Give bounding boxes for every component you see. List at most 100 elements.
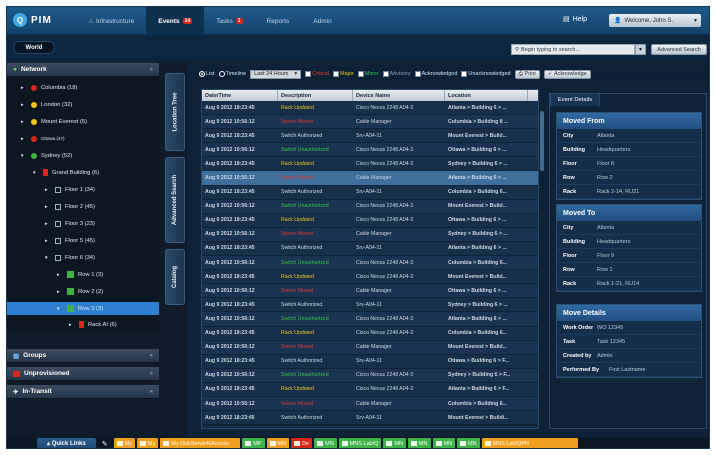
quick-link-item[interactable]: My bbox=[136, 437, 159, 448]
table-row[interactable]: Aug 9 2012 18:23:45 Rack Updated Cisco Nex… bbox=[202, 101, 538, 116]
table-cell: Switch Authorized bbox=[281, 132, 323, 139]
nav-infrastructure[interactable]: ⌂ Infrastructure bbox=[77, 7, 146, 35]
help-button[interactable]: ▤ Help bbox=[563, 15, 587, 24]
card-title: Moved To bbox=[557, 205, 701, 221]
quick-link-item[interactable]: MN bbox=[383, 437, 406, 448]
table-row[interactable]: Aug 9 2012 10:56:12 Switch Unauthorized Ci… bbox=[202, 368, 538, 383]
table-row[interactable]: Aug 9 2012 10:56:12 Switch Unauthorized Ci… bbox=[202, 143, 538, 158]
table-row[interactable]: Aug 9 2012 10:56:12 Switch Unauthorized Ci… bbox=[202, 199, 538, 214]
filter-unacknowledged[interactable]: Unacknowledged bbox=[461, 71, 511, 77]
network-header[interactable]: ● Network « bbox=[7, 63, 159, 77]
in-transit-header[interactable]: ✈ In-Transit « bbox=[7, 385, 159, 399]
table-row[interactable]: Aug 9 2012 18:23:45 Switch Authorized Srv-… bbox=[202, 185, 538, 200]
filter-critical[interactable]: Critical bbox=[305, 71, 329, 77]
table-scrollbar[interactable] bbox=[539, 89, 545, 429]
tree-node-selected[interactable]: ▾ Row 3 (3) bbox=[7, 302, 159, 315]
nav-events[interactable]: Events 14 bbox=[146, 7, 205, 35]
tree-node[interactable]: ▸ Mount Everest (5) bbox=[21, 115, 87, 128]
tree-node[interactable]: ▸ Floor 5 (45) bbox=[45, 234, 95, 247]
search-input[interactable]: ⚲ Begin typing to search... bbox=[511, 44, 635, 55]
print-button[interactable]: ⎙ Print bbox=[514, 69, 540, 79]
tab-catalog[interactable]: Catalog bbox=[165, 249, 185, 305]
table-row[interactable]: Aug 9 2012 18:23:45 Switch Authorized Srv-… bbox=[202, 411, 538, 426]
unprovisioned-header[interactable]: Unprovisioned « bbox=[7, 367, 159, 381]
wrench-icon[interactable]: ✎ bbox=[102, 440, 108, 448]
quick-link-item[interactable]: MN bbox=[407, 437, 431, 448]
tab-advanced-search[interactable]: Advanced Search bbox=[165, 157, 185, 243]
table-row[interactable]: Aug 9 2012 10:56:12 Server Moved Cable Man… bbox=[202, 115, 538, 130]
tree-node[interactable]: ▸ Row 1 (3) bbox=[57, 268, 103, 281]
tree-node[interactable]: ▸ Columbia (18) bbox=[21, 81, 77, 94]
nav-reports[interactable]: Reports bbox=[255, 7, 302, 35]
table-row[interactable]: Aug 9 2012 10:56:12 Server Moved Cable Man… bbox=[202, 227, 538, 242]
nav-admin[interactable]: Admin bbox=[301, 7, 343, 35]
tree-node[interactable]: ▸ Row 2 (2) bbox=[57, 285, 103, 298]
quick-link-item[interactable]: MNS Lab/Q bbox=[338, 437, 382, 448]
table-row[interactable]: Aug 9 2012 18:23:45 Rack Updated Cisco Nex… bbox=[202, 382, 538, 397]
detail-row: Floor Floor 9 bbox=[557, 249, 701, 263]
quick-link-item[interactable]: De bbox=[291, 437, 313, 448]
tab-location-tree[interactable]: Location Tree bbox=[165, 73, 185, 151]
advanced-search-button[interactable]: Advanced Search bbox=[651, 44, 707, 55]
view-timeline-radio[interactable]: Timeline bbox=[218, 71, 246, 77]
search-dropdown-button[interactable]: ▾ bbox=[635, 44, 646, 55]
acknowledge-button[interactable]: ✓ Acknowledge bbox=[543, 69, 591, 79]
table-row[interactable]: Aug 9 2012 10:56:12 Switch Unauthorized Ci… bbox=[202, 256, 538, 271]
tree-node[interactable]: ▸ Ottawa (47) bbox=[21, 132, 65, 145]
tree-node[interactable]: ▸ Floor 2 (45) bbox=[45, 200, 95, 213]
table-row[interactable]: Aug 9 2012 10:56:12 Server Moved Cable Man… bbox=[202, 284, 538, 299]
tree-node[interactable]: ▸ Rack AI (6) bbox=[69, 318, 117, 331]
column-header[interactable]: Description bbox=[278, 90, 353, 101]
quick-link-item[interactable]: My bbox=[113, 437, 135, 448]
filter-major[interactable]: Major bbox=[332, 71, 354, 77]
period-select[interactable]: Last 24 Hours ▾ bbox=[250, 69, 302, 79]
table-row[interactable]: Aug 9 2012 10:56:12 Server Moved Cable Man… bbox=[202, 171, 538, 186]
quick-link-item[interactable]: MNS Lab/QPN bbox=[481, 437, 578, 448]
quick-link-item[interactable]: MN bbox=[432, 437, 456, 448]
table-row[interactable]: Aug 9 2012 18:23:45 Switch Authorized Srv-… bbox=[202, 298, 538, 313]
groups-header[interactable]: ▦ Groups « bbox=[7, 349, 159, 363]
table-row[interactable]: Aug 9 2012 18:23:45 Rack Updated Cisco Nex… bbox=[202, 157, 538, 172]
quick-link-item[interactable]: MN bbox=[457, 437, 480, 448]
table-cell: Cisco Nexus 2248 A04-3 bbox=[356, 217, 414, 224]
tree-node[interactable]: ▾ Floor 6 (34) bbox=[45, 251, 95, 264]
card-title: Move Details bbox=[557, 305, 701, 321]
quick-link-item[interactable]: MN bbox=[266, 437, 290, 448]
quick-link-item[interactable]: My DiskServerRAccess bbox=[160, 437, 241, 448]
table-cell: Cisco Nexus 2248 A04-3 bbox=[356, 104, 414, 111]
tree-node[interactable]: ▾ Grand Building (6) bbox=[33, 166, 99, 179]
tree-node[interactable]: ▾ Sydney (52) bbox=[21, 149, 72, 162]
quick-link-item[interactable]: MN bbox=[314, 437, 337, 448]
device-icon bbox=[245, 441, 252, 446]
table-row[interactable]: Aug 9 2012 10:56:12 Switch Unauthorized Ci… bbox=[202, 312, 538, 327]
column-header[interactable]: Date/Time bbox=[202, 90, 278, 101]
filter-advisory[interactable]: Advisory bbox=[382, 71, 411, 77]
table-row[interactable]: Aug 9 2012 18:23:45 Rack Updated Cisco Nex… bbox=[202, 270, 538, 285]
user-menu[interactable]: 👤 Welcome, John S. ▾ bbox=[609, 14, 701, 27]
table-row[interactable]: Aug 9 2012 18:23:45 Switch Authorized Srv-… bbox=[202, 129, 538, 144]
table-row[interactable]: Aug 9 2012 18:23:45 Rack Updated Cisco Nex… bbox=[202, 326, 538, 341]
quick-links-button[interactable]: ▴ Quick Links bbox=[37, 437, 96, 448]
world-button[interactable]: World bbox=[13, 41, 55, 54]
column-header[interactable]: Device Name bbox=[353, 90, 445, 101]
device-icon bbox=[484, 441, 491, 446]
table-row[interactable]: Aug 9 2012 10:56:12 Server Moved Cable Man… bbox=[202, 396, 538, 412]
table-cell: Cable Manager bbox=[356, 175, 392, 182]
table-row[interactable]: Aug 9 2012 18:23:45 Switch Authorized Srv-… bbox=[202, 241, 538, 257]
quick-link-item[interactable]: MP bbox=[242, 437, 265, 448]
app-logo[interactable]: Q PIM bbox=[13, 13, 52, 27]
tree-node[interactable]: ▸ London (32) bbox=[21, 98, 72, 111]
tab-event-details[interactable]: Event Details bbox=[550, 93, 600, 106]
tree-node[interactable]: ▸ Floor 3 (23) bbox=[45, 217, 95, 230]
table-row[interactable]: Aug 9 2012 10:56:12 Server Moved Cable Man… bbox=[202, 340, 538, 355]
tree-node[interactable]: ▸ Floor 1 (34) bbox=[45, 183, 95, 196]
table-row[interactable]: Aug 9 2012 18:23:45 Switch Authorized Srv-… bbox=[202, 354, 538, 369]
tree-node-label: Floor 3 (23) bbox=[65, 220, 95, 227]
filter-acknowledged[interactable]: Acknowledged bbox=[414, 71, 457, 77]
column-header[interactable]: Location bbox=[445, 90, 528, 101]
view-list-radio[interactable]: List bbox=[199, 71, 215, 77]
nav-tasks[interactable]: Tasks 1 bbox=[204, 7, 254, 35]
table-row[interactable]: Aug 9 2012 18:23:45 Rack Updated Cisco Nex… bbox=[202, 213, 538, 228]
filter-minor[interactable]: Minor bbox=[357, 71, 379, 77]
scrollbar-thumb[interactable] bbox=[540, 111, 544, 171]
